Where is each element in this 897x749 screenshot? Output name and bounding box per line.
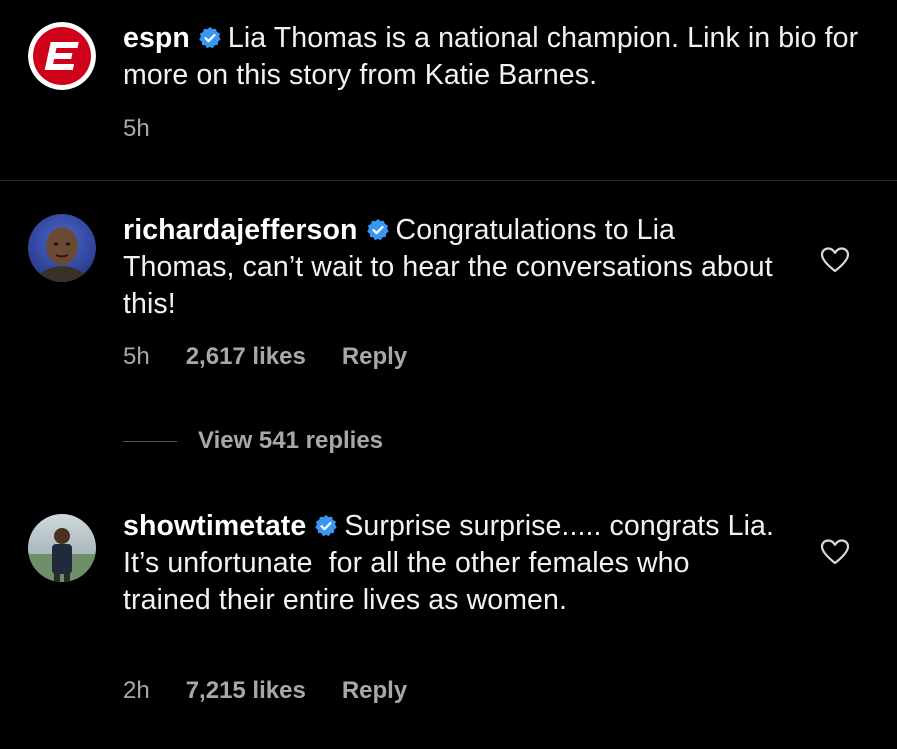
espn-logo-icon <box>28 22 96 90</box>
likes-count[interactable]: 7,215 likes <box>186 677 306 704</box>
verified-badge-icon <box>315 515 338 537</box>
caption-time: 5h <box>123 115 150 142</box>
verified-badge-icon <box>199 27 221 49</box>
view-replies-button[interactable]: View 541 replies <box>198 427 383 455</box>
espn-avatar[interactable] <box>28 22 96 90</box>
comment-time: 5h <box>123 343 150 370</box>
caption-text-block: espn Lia Thomas is a national champion. … <box>123 20 873 94</box>
caption-meta: 5h <box>123 115 186 143</box>
caption-divider <box>0 180 897 181</box>
comment-meta: 5h 2,617 likes Reply <box>123 343 443 371</box>
heart-outline-icon[interactable] <box>820 246 850 274</box>
caption-username[interactable]: espn <box>123 22 190 54</box>
showtimetate-avatar[interactable] <box>28 514 96 582</box>
likes-count[interactable]: 2,617 likes <box>186 343 306 370</box>
richardajefferson-avatar[interactable] <box>28 214 96 282</box>
profile-photo-icon <box>28 214 96 282</box>
reply-button[interactable]: Reply <box>342 677 407 704</box>
reply-button[interactable]: Reply <box>342 343 407 370</box>
comment-time: 2h <box>123 677 150 704</box>
comment-meta: 2h 7,215 likes Reply <box>123 677 443 705</box>
comment-text-block: showtimetate Surprise surprise..... cong… <box>123 508 783 619</box>
comment-username[interactable]: showtimetate <box>123 510 306 542</box>
heart-outline-icon[interactable] <box>820 538 850 566</box>
profile-photo-icon <box>28 514 96 582</box>
comment-username[interactable]: richardajefferson <box>123 214 358 246</box>
verified-badge-icon <box>366 219 389 241</box>
view-replies-line <box>123 441 177 442</box>
comment-text-block: richardajefferson Congratulations to Lia… <box>123 212 773 323</box>
caption-body: Lia Thomas is a national champion. Link … <box>123 22 859 91</box>
